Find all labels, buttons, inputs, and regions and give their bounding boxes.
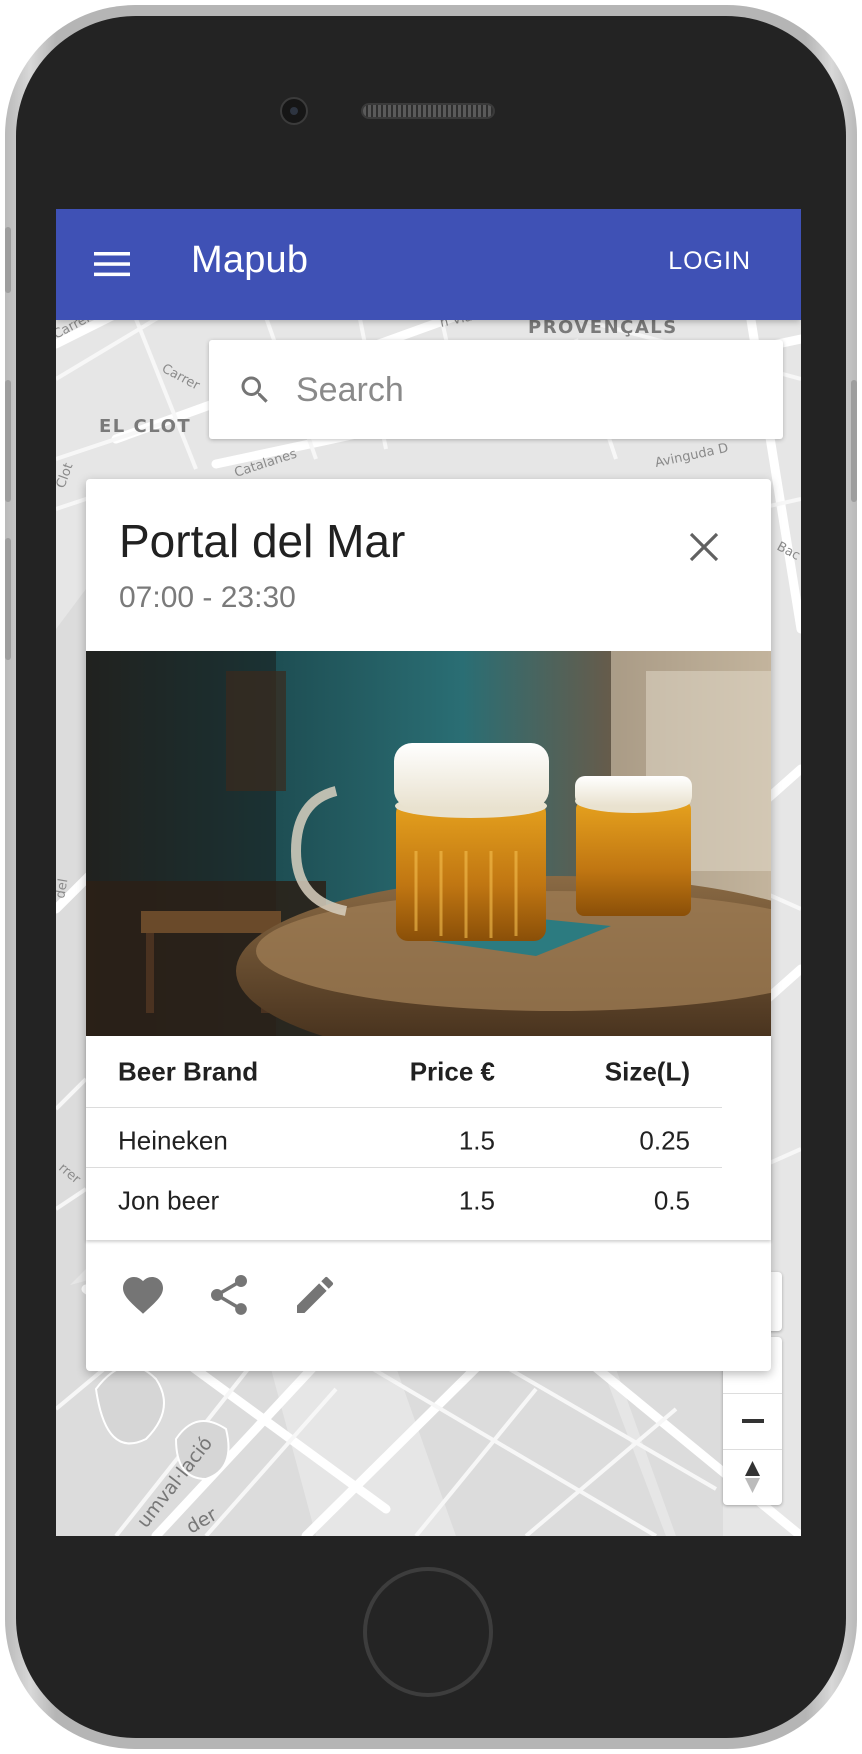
app-bar: Mapub LOGIN xyxy=(56,209,801,320)
map-label-district-2: EL CLOT xyxy=(99,416,191,437)
search-input[interactable] xyxy=(296,362,756,418)
beer-brand-cell: Jon beer xyxy=(118,1185,220,1216)
beer-size-cell: 0.5 xyxy=(653,1185,690,1216)
front-camera xyxy=(280,97,308,125)
place-photo xyxy=(86,651,771,1036)
table-header-row: Beer Brand Price € Size(L) xyxy=(86,1036,722,1108)
beer-brand-cell: Heineken xyxy=(118,1125,228,1156)
share-icon[interactable] xyxy=(205,1271,253,1319)
place-title: Portal del Mar xyxy=(119,515,406,567)
search-bar xyxy=(209,340,783,439)
minus-icon[interactable] xyxy=(723,1393,782,1449)
menu-icon[interactable] xyxy=(92,249,132,279)
search-icon xyxy=(241,376,268,403)
pencil-icon[interactable] xyxy=(291,1271,339,1319)
mute-switch xyxy=(5,227,11,293)
column-header-price: Price € xyxy=(409,1056,495,1087)
opening-hours: 07:00 - 23:30 xyxy=(119,581,296,614)
close-icon[interactable] xyxy=(686,529,722,565)
card-actions xyxy=(86,1263,771,1348)
login-button[interactable]: LOGIN xyxy=(668,247,751,276)
map-label-district-1: PROVENÇALS xyxy=(528,317,678,338)
beer-price-cell: 1.5 xyxy=(458,1185,495,1216)
table-row: Jon beer 1.5 0.5 xyxy=(86,1168,722,1234)
app-screen: PROVENÇALS EL CLOT Carrer de Ma Carrer C… xyxy=(56,209,801,1536)
column-header-size: Size(L) xyxy=(604,1056,690,1087)
compass-icon[interactable] xyxy=(723,1449,782,1505)
power-button xyxy=(851,380,857,502)
beer-price-cell: 1.5 xyxy=(458,1125,495,1156)
heart-icon[interactable] xyxy=(119,1271,167,1319)
column-header-brand: Beer Brand xyxy=(118,1056,259,1087)
app-title: Mapub xyxy=(191,239,309,281)
beer-size-cell: 0.25 xyxy=(639,1125,690,1156)
home-button xyxy=(363,1567,493,1697)
table-row: Heineken 1.5 0.25 xyxy=(86,1108,722,1174)
volume-up-button xyxy=(5,380,11,502)
place-card: Portal del Mar 07:00 - 23:30 Beer Brand … xyxy=(86,479,771,1371)
volume-down-button xyxy=(5,538,11,660)
beer-price-table: Beer Brand Price € Size(L) Heineken 1.5 … xyxy=(86,1036,771,1240)
earpiece-speaker xyxy=(361,103,495,119)
